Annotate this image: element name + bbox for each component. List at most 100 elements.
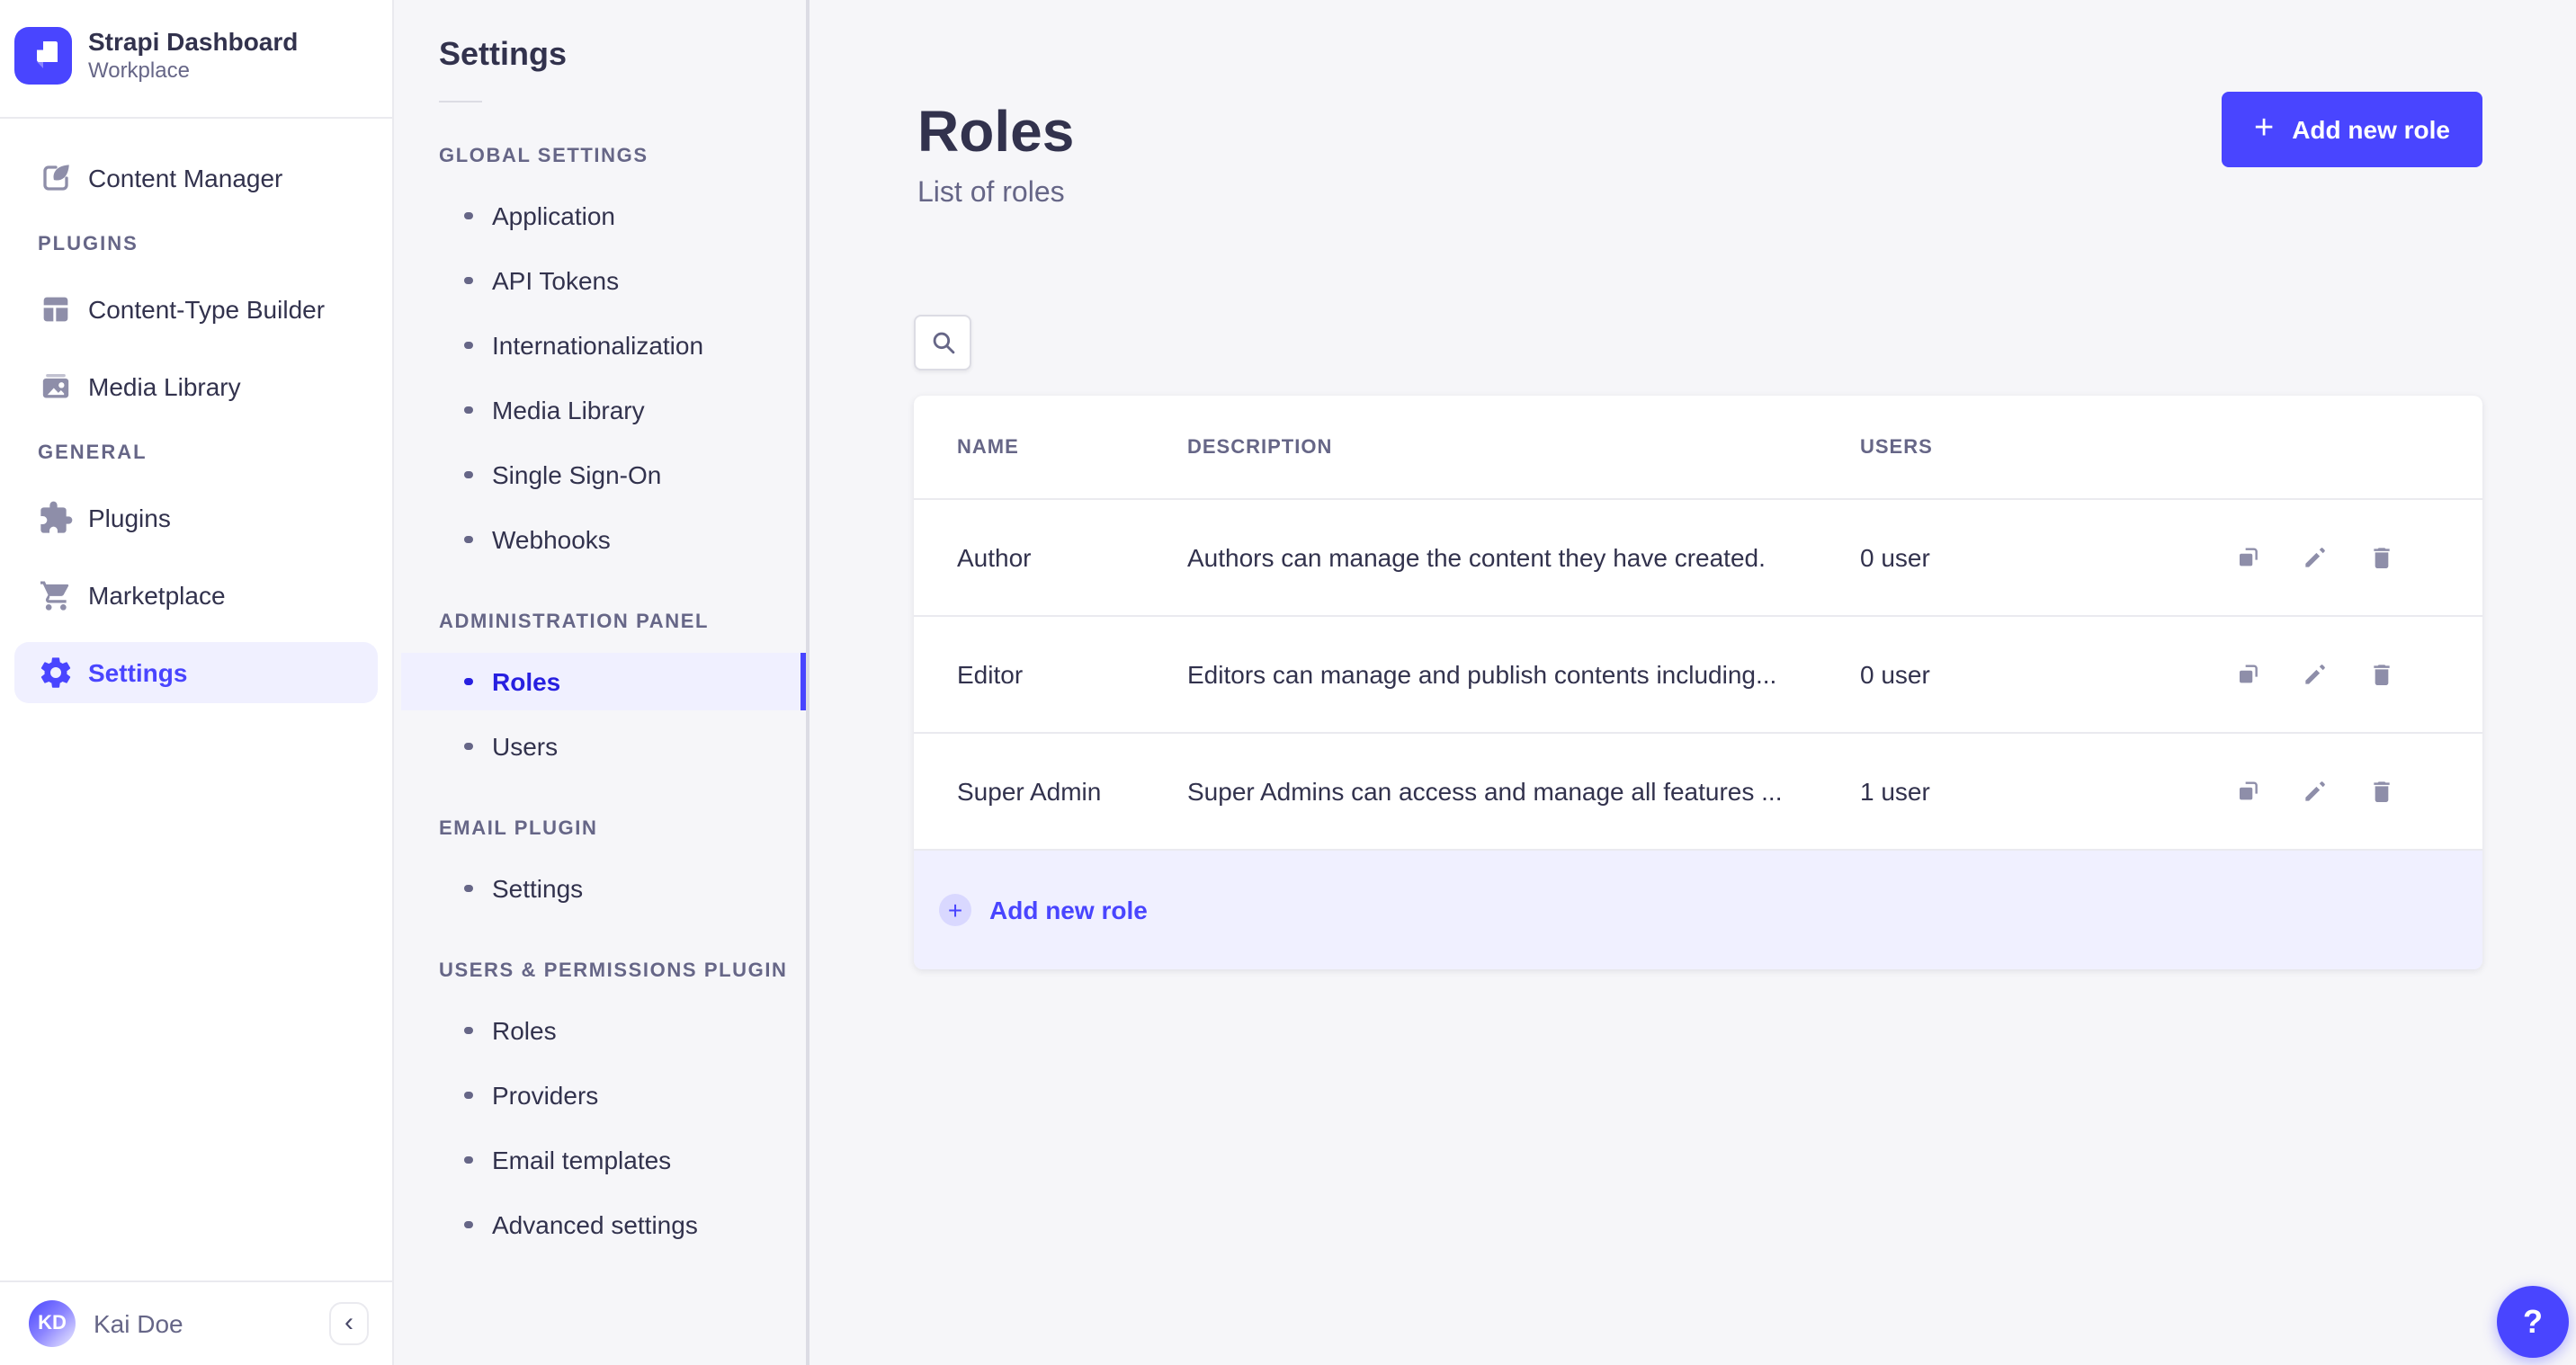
bullet-icon [464, 406, 472, 415]
sidebar-item-content-type-builder[interactable]: Content-Type Builder [14, 279, 378, 340]
duplicate-role-button[interactable] [2234, 660, 2263, 689]
subnav-item-label: Roles [492, 1016, 557, 1045]
add-new-role-button[interactable]: + Add new role [2221, 92, 2482, 167]
subnav-item-api-tokens[interactable]: API Tokens [401, 252, 801, 309]
duplicate-role-button[interactable] [2234, 543, 2263, 572]
settings-subnav: Settings GLOBAL SETTINGS Application API… [394, 0, 809, 1365]
subnav-list-global-settings: Application API Tokens Internationalizat… [394, 187, 806, 568]
subnav-title-divider [439, 101, 482, 103]
sidebar-item-marketplace[interactable]: Marketplace [14, 565, 378, 626]
role-description: Authors can manage the content they have… [1187, 543, 1766, 572]
subnav-item-email-settings[interactable]: Settings [401, 860, 801, 917]
subnav-item-roles[interactable]: Roles [401, 653, 806, 710]
search-button[interactable] [914, 315, 971, 370]
subnav-section-users-permissions-plugin: USERS & PERMISSIONS PLUGIN [439, 960, 788, 982]
sidebar-item-media-library[interactable]: Media Library [14, 356, 378, 417]
pencil-icon [2305, 548, 2325, 567]
subnav-item-label: Roles [492, 667, 561, 696]
bullet-icon [464, 535, 472, 544]
subnav-item-internationalization[interactable]: Internationalization [401, 317, 801, 374]
bullet-icon [464, 677, 472, 686]
workspace-name: Workplace [88, 58, 190, 84]
row-actions [2130, 543, 2482, 572]
app-title: Strapi Dashboard [88, 27, 299, 56]
sidebar-item-label: Content-Type Builder [88, 294, 326, 324]
role-users-count: 0 user [1860, 543, 1930, 572]
sidebar-item-label: Settings [88, 657, 188, 687]
sidebar-item-content-manager[interactable]: Content Manager [14, 147, 378, 209]
subnav-item-label: Media Library [492, 396, 645, 424]
collapse-sidebar-button[interactable]: ‹ [329, 1302, 369, 1345]
subnav-item-media-library-settings[interactable]: Media Library [401, 381, 801, 439]
workspace-switcher[interactable]: Strapi Dashboard Workplace [0, 0, 392, 86]
subnav-item-label: Providers [492, 1081, 599, 1110]
table-row-author[interactable]: Author Authors can manage the content th… [914, 500, 2482, 617]
subnav-item-application[interactable]: Application [401, 187, 801, 245]
table-row-editor[interactable]: Editor Editors can manage and publish co… [914, 617, 2482, 734]
bullet-icon [464, 1155, 472, 1164]
subnav-item-single-sign-on[interactable]: Single Sign-On [401, 446, 801, 504]
duplicate-icon [2240, 548, 2258, 567]
row-actions [2130, 660, 2482, 689]
edit-role-button[interactable] [2301, 660, 2330, 689]
subnav-item-users[interactable]: Users [401, 718, 801, 775]
puzzle-icon [40, 501, 73, 533]
layout-icon [43, 297, 68, 321]
brand-text: Strapi Dashboard Workplace [88, 25, 298, 86]
subnav-item-label: Single Sign-On [492, 460, 662, 489]
bullet-icon [464, 211, 472, 220]
role-name: Super Admin [957, 777, 1102, 806]
subnav-item-advanced-settings[interactable]: Advanced settings [401, 1196, 801, 1253]
sidebar-item-label: Content Manager [88, 163, 283, 192]
bullet-icon [464, 1091, 472, 1100]
pencil-icon [2305, 665, 2325, 684]
subnav-item-webhooks[interactable]: Webhooks [401, 511, 801, 568]
delete-role-button[interactable] [2367, 777, 2396, 806]
avatar[interactable]: KD [29, 1300, 76, 1347]
role-users-count: 0 user [1860, 660, 1930, 689]
subnav-item-label: Email templates [492, 1146, 672, 1174]
subnav-item-email-templates[interactable]: Email templates [401, 1131, 801, 1189]
subnav-title: Settings [439, 36, 568, 72]
help-button[interactable]: ? [2497, 1286, 2569, 1358]
sidebar-user-bar: KD Kai Doe ‹ [0, 1280, 392, 1365]
bullet-icon [464, 1026, 472, 1035]
main-content: Roles List of roles + Add new role NAME … [809, 0, 2576, 1365]
delete-role-button[interactable] [2367, 660, 2396, 689]
edit-role-button[interactable] [2301, 777, 2330, 806]
bullet-icon [464, 1220, 472, 1229]
subnav-item-label: API Tokens [492, 266, 620, 295]
plus-circle-icon: + [939, 894, 971, 926]
role-users-count: 1 user [1860, 777, 1930, 806]
add-new-role-label: Add new role [2292, 115, 2450, 144]
sidebar-item-plugins[interactable]: Plugins [14, 487, 378, 549]
bullet-icon [464, 470, 472, 479]
sidebar-nav: Content Manager PLUGINS Content-Type Bui… [0, 119, 392, 703]
picture-icon [42, 373, 69, 398]
trash-icon [2374, 548, 2390, 568]
subnav-item-up-roles[interactable]: Roles [401, 1002, 801, 1059]
feather-pen-icon [43, 164, 69, 191]
bullet-icon [464, 884, 472, 893]
sidebar-item-settings[interactable]: Settings [14, 641, 378, 703]
duplicate-role-button[interactable] [2234, 777, 2263, 806]
duplicate-icon [2240, 781, 2258, 800]
subnav-item-providers[interactable]: Providers [401, 1066, 801, 1124]
page-subtitle: List of roles [917, 178, 1065, 209]
table-row-super-admin[interactable]: Super Admin Super Admins can access and … [914, 734, 2482, 851]
table-footer-add-role[interactable]: + Add new role [914, 851, 2482, 969]
edit-role-button[interactable] [2301, 543, 2330, 572]
gear-icon [40, 656, 71, 688]
table-header-row: NAME DESCRIPTION USERS [914, 396, 2482, 500]
subnav-item-label: Internationalization [492, 331, 704, 360]
role-description: Super Admins can access and manage all f… [1187, 777, 1783, 806]
roles-table: NAME DESCRIPTION USERS Author Authors ca… [914, 396, 2482, 969]
subnav-section-global-settings: GLOBAL SETTINGS [439, 146, 648, 167]
role-name: Editor [957, 660, 1024, 689]
plus-icon: + [2253, 110, 2275, 147]
user-name: Kai Doe [94, 1309, 183, 1338]
trash-icon [2374, 781, 2390, 802]
delete-role-button[interactable] [2367, 543, 2396, 572]
strapi-dashboard: Strapi Dashboard Workplace Content Manag… [0, 0, 2576, 1365]
subnav-section-email-plugin: EMAIL PLUGIN [439, 818, 598, 840]
